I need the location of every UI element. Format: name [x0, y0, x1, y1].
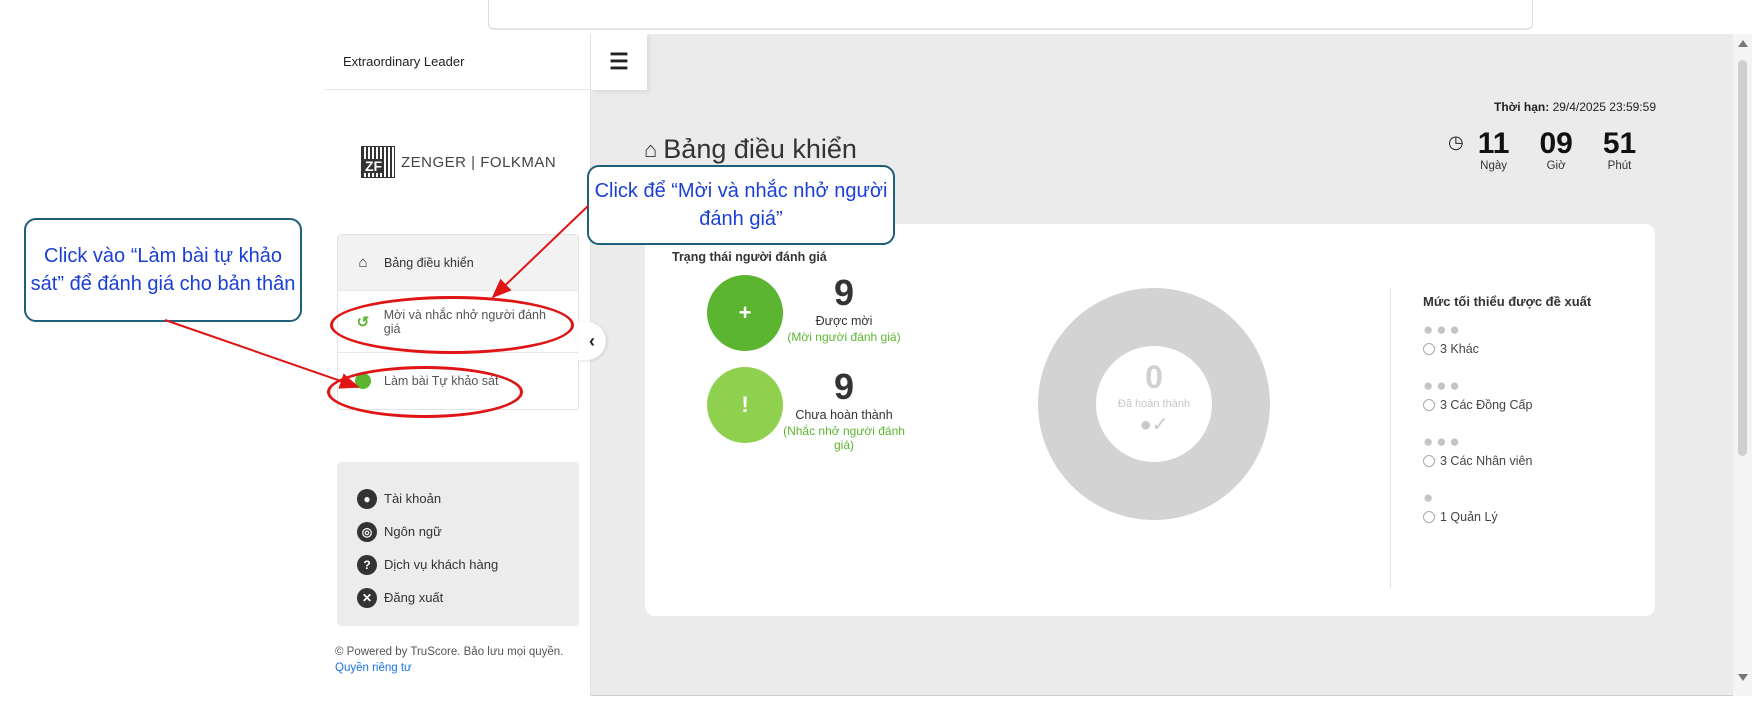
annotation-left-text: Click vào “Làm bài tự khảo sát” để đánh … — [30, 245, 296, 295]
account-link[interactable]: ● Tài khoản — [357, 482, 559, 515]
minimum-row-employees: ●●● 3 Các Nhân viên — [1423, 432, 1532, 468]
radio-others[interactable] — [1423, 343, 1435, 355]
hamburger-menu-button[interactable]: ☰ — [591, 34, 647, 90]
countdown-days: 11 Ngày — [1477, 127, 1510, 173]
incomplete-count: 9 — [833, 366, 855, 407]
invited-label: Được mời — [815, 314, 873, 328]
reviewer-status-card: Trạng thái người đánh giá + 9 Được mời (… — [645, 224, 1655, 616]
scroll-down-arrow-icon[interactable] — [1738, 674, 1748, 681]
minimum-label: 1 Quản Lý — [1440, 510, 1498, 524]
annotation-top-text: Click để “Mời và nhắc nhở người đánh giá… — [594, 180, 888, 230]
browser-top-bar — [488, 0, 1533, 30]
sidebar-item-label: Bảng điều khiển — [384, 255, 474, 270]
home-icon: ⌂ — [358, 254, 368, 271]
sidebar-footer: © Powered by TruScore. Bảo lưu mọi quyền… — [335, 644, 585, 676]
sidebar-item-invite-reviewers[interactable]: ↺ Mời và nhắc nhở người đánh giá — [338, 291, 578, 353]
customer-service-link[interactable]: ? Dịch vụ khách hàng — [357, 548, 559, 581]
logout-link[interactable]: ✕ Đăng xuất — [357, 581, 559, 614]
privacy-link[interactable]: Quyền riêng tư — [335, 662, 412, 674]
people-icon: ●●● — [1423, 320, 1463, 339]
home-icon: ⌂ — [644, 136, 658, 162]
countdown-value: 09 — [1539, 127, 1573, 160]
account-label: Tài khoản — [384, 491, 442, 506]
completed-label: Đã hoàn thành — [1117, 398, 1191, 410]
language-label: Ngôn ngữ — [384, 524, 442, 539]
radio-employees[interactable] — [1423, 455, 1435, 467]
sidebar: Extraordinary Leader ZF ZENGER | FOLKMAN… — [325, 34, 591, 696]
logo-mark-text: ZF — [364, 158, 384, 174]
incomplete-label: Chưa hoàn thành — [795, 408, 893, 422]
people-icon: ●●● — [1423, 376, 1463, 395]
countdown-label: Giờ — [1546, 160, 1566, 172]
completion-donut: 0 Đã hoàn thành ●✓ — [1038, 288, 1270, 520]
countdown-value: 11 — [1477, 127, 1510, 160]
divider — [1390, 288, 1391, 588]
scroll-up-arrow-icon[interactable] — [1738, 40, 1748, 47]
deadline-label: Thời hạn: — [1494, 100, 1550, 114]
countdown-label: Ngày — [1480, 160, 1507, 172]
user-check-icon: ●✓ — [1139, 414, 1169, 436]
language-link[interactable]: ◎ Ngôn ngữ — [357, 515, 559, 548]
scrollbar-thumb[interactable] — [1738, 60, 1747, 456]
vertical-scrollbar[interactable] — [1733, 34, 1752, 696]
annotation-top-callout: Click để “Mời và nhắc nhở người đánh giá… — [587, 165, 895, 245]
remind-reviewers-link[interactable]: (Nhắc nhở người đánh giá) — [779, 424, 909, 452]
person-icon: ● — [1423, 488, 1437, 507]
people-icon: ●●● — [1423, 432, 1463, 451]
screenshot-root: Extraordinary Leader ZF ZENGER | FOLKMAN… — [0, 0, 1752, 709]
donut-center: 0 Đã hoàn thành ●✓ — [1096, 346, 1212, 462]
logout-label: Đăng xuất — [384, 590, 444, 605]
deadline: Thời hạn: 29/4/2025 23:59:59 — [1300, 100, 1656, 114]
minimum-label: 3 Khác — [1440, 342, 1479, 356]
footer-text: © Powered by TruScore. Bảo lưu mọi quyền… — [335, 646, 564, 658]
close-icon: ✕ — [357, 587, 377, 608]
invited-stat: 9 Được mời (Mời người đánh giá) — [779, 272, 909, 345]
countdown: ◷ 11 Ngày 09 Giờ 51 Phút — [1448, 127, 1637, 173]
invited-count: 9 — [833, 272, 855, 313]
green-dot-icon — [352, 373, 374, 389]
sidebar-item-self-survey[interactable]: Làm bài Tự khảo sát — [338, 353, 578, 409]
radio-manager[interactable] — [1423, 511, 1435, 523]
customer-service-label: Dịch vụ khách hàng — [384, 557, 499, 572]
minimum-row-others: ●●● 3 Khác — [1423, 320, 1479, 356]
countdown-hours: 09 Giờ — [1539, 127, 1573, 173]
minimum-label: 3 Các Đồng Cấp — [1440, 398, 1533, 412]
countdown-minutes: 51 Phút — [1602, 127, 1637, 173]
minimum-row-peers: ●●● 3 Các Đồng Cấp — [1423, 376, 1532, 412]
page-title-text: Bảng điều khiển — [663, 134, 857, 164]
app-title: Extraordinary Leader — [325, 34, 591, 90]
warning-icon[interactable]: ! — [707, 367, 783, 443]
history-icon: ↺ — [356, 313, 370, 331]
countdown-value: 51 — [1602, 127, 1637, 160]
countdown-label: Phút — [1607, 160, 1632, 172]
add-user-icon[interactable]: + — [707, 275, 783, 351]
clock-icon: ◷ — [1448, 132, 1464, 152]
account-menu: ● Tài khoản ◎ Ngôn ngữ ? Dịch vụ khách h… — [337, 462, 579, 626]
card-title: Trạng thái người đánh giá — [672, 250, 827, 264]
logo-text: ZENGER | FOLKMAN — [401, 153, 557, 171]
sidebar-nav: ⌂ Bảng điều khiển ↺ Mời và nhắc nhở ngườ… — [337, 234, 579, 410]
incomplete-stat: 9 Chưa hoàn thành (Nhắc nhở người đánh g… — [779, 366, 909, 453]
chevron-left-icon: ‹ — [589, 330, 595, 351]
invite-reviewers-link[interactable]: (Mời người đánh giá) — [779, 330, 909, 344]
question-icon: ? — [357, 554, 377, 575]
sidebar-item-label: Làm bài Tự khảo sát — [384, 374, 499, 388]
minimum-label: 3 Các Nhân viên — [1440, 454, 1533, 468]
completed-count: 0 — [1145, 359, 1163, 395]
radio-peers[interactable] — [1423, 399, 1435, 411]
sidebar-item-dashboard[interactable]: ⌂ Bảng điều khiển — [338, 235, 578, 291]
logo-mark: ZF — [361, 146, 395, 178]
sidebar-item-label: Mời và nhắc nhở người đánh giá — [383, 307, 546, 336]
minimum-row-manager: ● 1 Quản Lý — [1423, 488, 1498, 524]
minimum-title: Mức tối thiểu được đề xuất — [1423, 294, 1592, 309]
globe-icon: ◎ — [357, 521, 377, 542]
annotation-left-callout: Click vào “Làm bài tự khảo sát” để đánh … — [24, 218, 302, 322]
zenger-folkman-logo: ZF ZENGER | FOLKMAN — [361, 144, 561, 180]
page-title: ⌂ Bảng điều khiển — [644, 134, 857, 165]
user-icon: ● — [357, 488, 377, 509]
deadline-value: 29/4/2025 23:59:59 — [1552, 100, 1656, 114]
